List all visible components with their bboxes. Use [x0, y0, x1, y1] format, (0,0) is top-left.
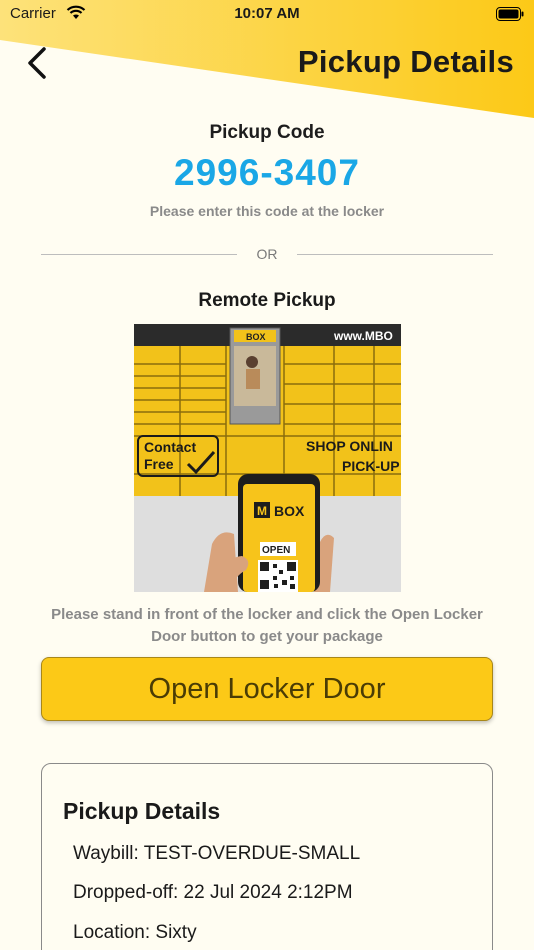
- shop-online-text: SHOP ONLIN: [306, 438, 393, 454]
- details-card-title: Pickup Details: [63, 798, 221, 824]
- open-locker-door-button[interactable]: Open Locker Door: [41, 657, 493, 721]
- pickup-details-card: Pickup Details Waybill: TEST-OVERDUE-SMA…: [41, 763, 493, 950]
- back-button[interactable]: [22, 44, 52, 84]
- status-bar: Carrier 10:07 AM: [0, 0, 534, 28]
- svg-text:M: M: [257, 504, 267, 518]
- page-title: Pickup Details: [297, 44, 514, 79]
- remote-pickup-instructions: Please stand in front of the locker and …: [51, 606, 483, 645]
- pickup-code-hint: Please enter this code at the locker: [149, 203, 385, 219]
- location-row: Location: Sixty: [73, 922, 197, 943]
- locker-brand-text: BOX: [246, 332, 266, 342]
- free-text: Free: [144, 456, 174, 472]
- battery-icon: [496, 7, 524, 21]
- locker-illustration: www.MBO BOX Contact Free SHOP ONLIN PICK…: [134, 324, 401, 592]
- locker-photo: www.MBO BOX Contact Free SHOP ONLIN PICK…: [134, 324, 401, 592]
- status-time: 10:07 AM: [234, 5, 300, 22]
- dropped-off-row: Dropped-off: 22 Jul 2024 2:12PM: [73, 882, 353, 903]
- waybill-row: Waybill: TEST-OVERDUE-SMALL: [73, 843, 361, 864]
- phone-brand-text: BOX: [274, 503, 305, 519]
- locker-website-text: www.MBO: [333, 329, 393, 343]
- pickup-code-value: 2996-3407: [174, 152, 360, 193]
- phone-open-text: OPEN: [262, 545, 290, 556]
- contact-text: Contact: [144, 439, 196, 455]
- pick-up-text: PICK-UP: [342, 458, 400, 474]
- divider-right: [297, 254, 493, 255]
- remote-pickup-label: Remote Pickup: [198, 290, 336, 311]
- chevron-left-icon: [28, 47, 46, 79]
- pickup-code-label: Pickup Code: [209, 122, 325, 143]
